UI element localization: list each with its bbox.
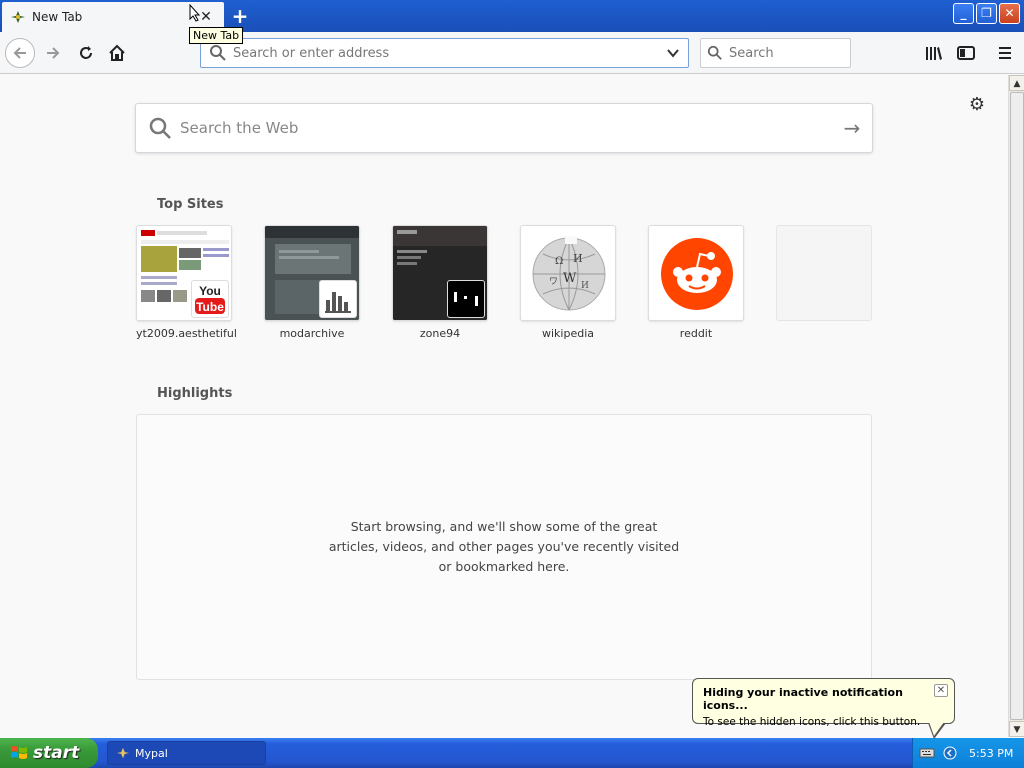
highlights-heading: Highlights bbox=[157, 386, 233, 401]
balloon-title: Hiding your inactive notification icons.… bbox=[703, 686, 903, 712]
site-thumbnail bbox=[392, 225, 488, 321]
minimize-icon[interactable]: _ bbox=[953, 3, 974, 24]
reload-icon[interactable] bbox=[74, 41, 98, 65]
notification-balloon[interactable]: Hiding your inactive notification icons.… bbox=[692, 678, 955, 728]
clock[interactable]: 5:53 PM bbox=[969, 747, 1013, 760]
home-icon[interactable] bbox=[105, 41, 129, 65]
balloon-tail-fill bbox=[929, 722, 944, 736]
svg-text:W: W bbox=[563, 271, 577, 286]
wikipedia-icon: Ω И W ワ И bbox=[532, 236, 606, 311]
top-site-tile[interactable]: modarchive bbox=[264, 225, 360, 340]
tab-tooltip: New Tab bbox=[189, 27, 244, 44]
svg-text:You: You bbox=[199, 284, 221, 298]
scroll-thumb[interactable] bbox=[1010, 92, 1024, 720]
arrow-right-icon[interactable]: → bbox=[832, 116, 872, 140]
web-search-box[interactable]: Search the Web → bbox=[135, 103, 873, 153]
balloon-body: To see the hidden icons, click this butt… bbox=[703, 716, 921, 728]
taskbar-item-mypal[interactable]: Mypal bbox=[107, 741, 266, 765]
zone94-icon bbox=[447, 280, 485, 318]
youtube-icon: You Tube bbox=[191, 280, 229, 318]
balloon-close-icon[interactable]: ✕ bbox=[934, 684, 948, 697]
site-thumbnail bbox=[648, 225, 744, 321]
empty-top-site-slot bbox=[776, 225, 872, 321]
address-bar[interactable]: Search or enter address bbox=[200, 38, 689, 68]
svg-text:И: И bbox=[581, 281, 589, 291]
address-bar-placeholder: Search or enter address bbox=[233, 45, 390, 61]
forward-arrow-icon[interactable] bbox=[41, 41, 65, 65]
hamburger-menu-icon[interactable] bbox=[993, 41, 1017, 65]
restore-icon[interactable]: ❐ bbox=[976, 3, 997, 24]
mouse-cursor-icon bbox=[189, 4, 201, 22]
library-icon[interactable] bbox=[922, 41, 946, 65]
taskbar-item-label: Mypal bbox=[135, 746, 168, 760]
modarchive-icon bbox=[319, 280, 357, 318]
tab-title: New Tab bbox=[32, 10, 83, 24]
taskbar: start Mypal 5:53 PM bbox=[0, 738, 1024, 768]
web-search-placeholder: Search the Web bbox=[180, 119, 299, 137]
window-controls: _ ❐ ✕ bbox=[953, 3, 1020, 24]
highlights-panel: Start browsing, and we'll show some of t… bbox=[136, 414, 872, 680]
site-thumbnail bbox=[264, 225, 360, 321]
top-site-tile[interactable]: Ω И W ワ И wikipedia bbox=[520, 225, 616, 340]
mypal-icon bbox=[116, 747, 130, 759]
site-label: zone94 bbox=[419, 327, 461, 340]
keyboard-icon[interactable] bbox=[919, 747, 935, 759]
reddit-icon bbox=[661, 238, 733, 310]
search-bar[interactable]: Search bbox=[700, 38, 851, 68]
site-label: reddit bbox=[679, 327, 713, 340]
svg-text:Ω: Ω bbox=[555, 256, 563, 267]
site-label: modarchive bbox=[279, 327, 345, 340]
start-label: start bbox=[33, 743, 80, 763]
mypal-favicon-icon bbox=[11, 11, 25, 23]
back-arrow-icon[interactable] bbox=[5, 38, 35, 68]
windows-flag-icon bbox=[11, 746, 27, 759]
gear-icon[interactable]: ⚙ bbox=[967, 95, 987, 115]
top-site-tile[interactable]: You Tube yt2009.aesthetiful bbox=[136, 225, 237, 340]
search-icon bbox=[707, 45, 722, 60]
top-site-tile[interactable]: reddit bbox=[648, 225, 744, 340]
site-label: yt2009.aesthetiful bbox=[136, 327, 237, 340]
search-bar-placeholder: Search bbox=[729, 45, 774, 61]
search-icon bbox=[210, 45, 226, 61]
sidebar-toggle-icon[interactable] bbox=[954, 41, 978, 65]
system-tray: 5:53 PM bbox=[912, 738, 1024, 768]
top-site-tile[interactable]: zone94 bbox=[392, 225, 488, 340]
highlights-empty-message: Start browsing, and we'll show some of t… bbox=[328, 519, 680, 574]
vertical-scrollbar[interactable]: ▲ ▼ bbox=[1008, 75, 1024, 737]
top-sites-heading: Top Sites bbox=[157, 197, 224, 212]
svg-text:ワ: ワ bbox=[549, 277, 558, 287]
show-hidden-icons-chevron-icon[interactable] bbox=[943, 746, 957, 760]
site-label: wikipedia bbox=[541, 327, 594, 340]
scroll-up-icon[interactable]: ▲ bbox=[1009, 75, 1024, 91]
window-close-icon[interactable]: ✕ bbox=[999, 3, 1020, 24]
start-button[interactable]: start bbox=[0, 738, 98, 768]
site-thumbnail: Ω И W ワ И bbox=[520, 225, 616, 321]
scroll-down-icon[interactable]: ▼ bbox=[1009, 721, 1024, 737]
navigation-toolbar: Search or enter address Search bbox=[0, 32, 1024, 74]
chevron-down-icon[interactable] bbox=[666, 46, 680, 60]
new-tab-plus-icon[interactable]: + bbox=[230, 6, 250, 26]
tab-bar: New Tab ✕ + _ ❐ ✕ bbox=[0, 0, 1024, 32]
svg-text:И: И bbox=[573, 252, 583, 265]
svg-text:Tube: Tube bbox=[196, 300, 224, 314]
site-thumbnail: You Tube bbox=[136, 225, 232, 321]
search-icon bbox=[149, 117, 171, 139]
